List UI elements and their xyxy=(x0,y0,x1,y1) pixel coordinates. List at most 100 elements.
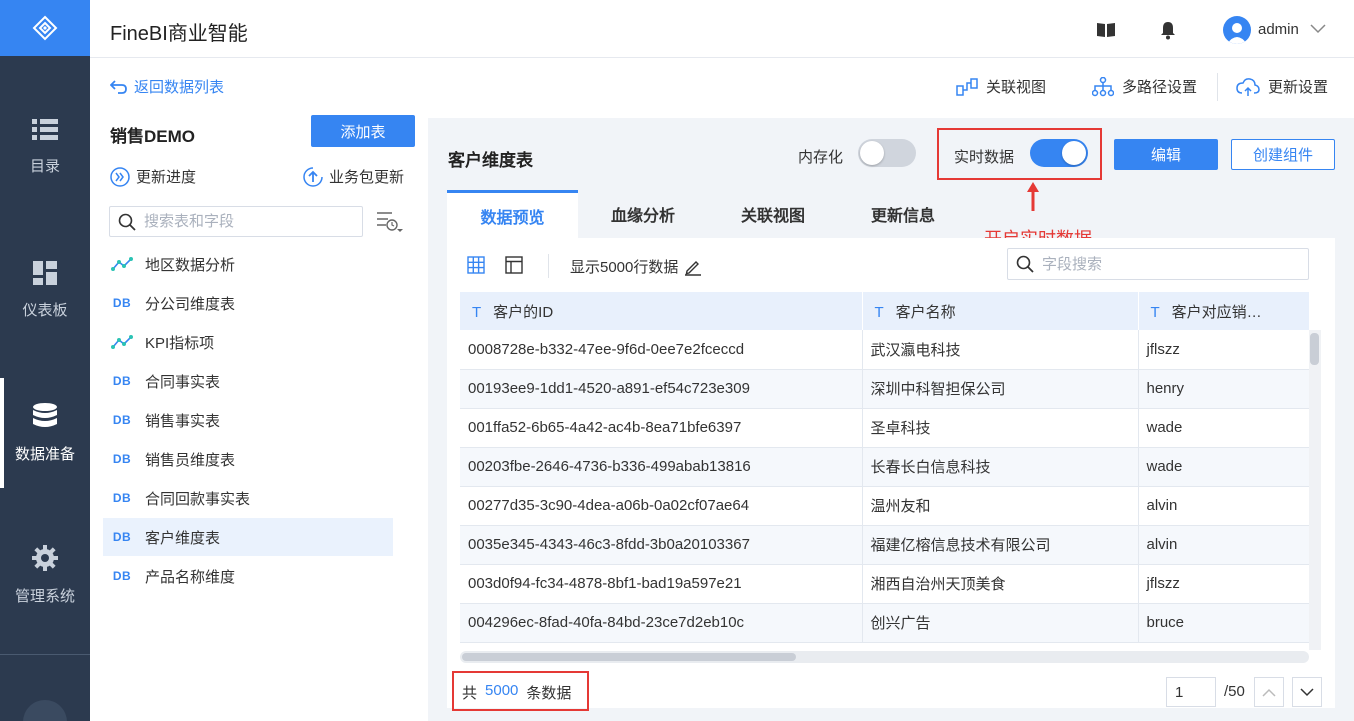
table-item[interactable]: DB 分公司维度表 xyxy=(103,284,393,322)
table-cell: 深圳中科智担保公司 xyxy=(862,369,1139,409)
table-title: 客户维度表 xyxy=(448,151,533,170)
tab-data-preview[interactable]: 数据预览 xyxy=(447,190,578,238)
app-title: FineBI商业智能 xyxy=(110,23,248,45)
relation-view-button[interactable]: 关联视图 xyxy=(956,76,1046,97)
table-item[interactable]: DB 合同事实表 xyxy=(103,362,393,400)
upload-circle-icon xyxy=(303,166,323,187)
table-name: 销售员维度表 xyxy=(145,451,236,469)
nav-label: 仪表板 xyxy=(22,301,68,319)
chevron-down-icon[interactable] xyxy=(1310,24,1326,34)
memory-toggle[interactable] xyxy=(858,139,916,167)
update-progress-button[interactable]: 更新进度 xyxy=(110,166,196,187)
table-name: 分公司维度表 xyxy=(145,295,236,313)
username[interactable]: admin xyxy=(1258,21,1299,38)
rows-setting[interactable]: 显示5000行数据 xyxy=(570,256,702,277)
nav-item-dashboard[interactable]: 仪表板 xyxy=(0,235,90,345)
tab-lineage[interactable]: 血缘分析 xyxy=(578,190,708,238)
book-icon[interactable] xyxy=(1096,22,1116,38)
column-name: 客户的ID xyxy=(493,303,554,321)
total-count: 共 5000 条数据 xyxy=(462,682,571,703)
text-type-icon: T xyxy=(874,303,884,321)
total-number: 5000 xyxy=(485,682,519,699)
search-icon xyxy=(1016,255,1034,273)
table-row: 001ffa52-6b65-4a42-ac4b-8ea71bfe6397 圣卓科技… xyxy=(460,408,1310,448)
multipath-label: 多路径设置 xyxy=(1122,79,1198,96)
table-item[interactable]: 地区数据分析 xyxy=(103,245,393,283)
prev-page-button[interactable] xyxy=(1254,677,1284,707)
db-icon: DB xyxy=(112,569,132,583)
table-cell: 创兴广告 xyxy=(862,603,1139,643)
table-item[interactable]: DB 销售事实表 xyxy=(103,401,393,439)
table-search[interactable] xyxy=(109,206,363,237)
nav-item-catalog[interactable]: 目录 xyxy=(0,92,90,202)
text-type-icon: T xyxy=(1150,303,1160,321)
layout-view-icon[interactable] xyxy=(505,256,523,274)
realtime-toggle[interactable] xyxy=(1030,139,1088,167)
column-header[interactable]: T 客户名称 xyxy=(862,292,1139,330)
nav-item-admin[interactable]: 管理系统 xyxy=(0,520,90,630)
nav-label: 数据准备 xyxy=(14,445,75,463)
tab-update-info[interactable]: 更新信息 xyxy=(838,190,968,238)
column-header[interactable]: T 客户的ID xyxy=(460,292,863,330)
grid-view-icon[interactable] xyxy=(467,256,485,274)
table-item[interactable]: DB 合同回款事实表 xyxy=(103,479,393,517)
table-cell: wade xyxy=(1138,447,1310,487)
multipath-settings-button[interactable]: 多路径设置 xyxy=(1092,76,1197,97)
logo-icon xyxy=(32,15,58,41)
field-search[interactable] xyxy=(1007,248,1309,280)
field-search-input[interactable] xyxy=(1042,255,1282,273)
toolbar-divider xyxy=(548,254,549,278)
create-component-button[interactable]: 创建组件 xyxy=(1231,139,1335,170)
column-header[interactable]: T 客户对应销… xyxy=(1138,292,1310,330)
table-item[interactable]: DB 产品名称维度 xyxy=(103,557,393,595)
page-number-input[interactable] xyxy=(1166,677,1216,707)
update-settings-button[interactable]: 更新设置 xyxy=(1236,76,1328,97)
table-cell: 0008728e-b332-47ee-9f6d-0ee7e2fceccd xyxy=(460,330,863,370)
nav-item-data-prep[interactable]: 数据准备 xyxy=(0,378,90,488)
filter-sort-icon[interactable] xyxy=(376,211,404,233)
next-page-button[interactable] xyxy=(1292,677,1322,707)
pencil-icon[interactable] xyxy=(684,258,702,276)
back-to-list-link[interactable]: 返回数据列表 xyxy=(110,76,224,97)
table-search-input[interactable] xyxy=(144,213,344,230)
memory-label: 内存化 xyxy=(798,149,844,166)
vertical-scrollbar[interactable] xyxy=(1309,330,1321,650)
tab-relation-view[interactable]: 关联视图 xyxy=(708,190,838,238)
search-icon xyxy=(118,213,136,231)
table-name: KPI指标项 xyxy=(145,334,215,352)
table-row: 004296ec-8fad-40fa-84bd-23ce7d2eb10c 创兴广告… xyxy=(460,603,1310,643)
rows-label: 显示5000行数据 xyxy=(570,259,679,276)
bell-icon[interactable] xyxy=(1160,20,1176,40)
db-icon: DB xyxy=(112,374,132,388)
avatar[interactable] xyxy=(1223,16,1251,44)
edit-button[interactable]: 编辑 xyxy=(1114,139,1218,170)
app-logo[interactable] xyxy=(0,0,90,56)
table-cell: 圣卓科技 xyxy=(862,408,1139,448)
table-item[interactable]: DB 销售员维度表 xyxy=(103,440,393,478)
package-update-label: 业务包更新 xyxy=(329,169,405,186)
toggle-knob xyxy=(860,141,884,165)
table-cell: 湘西自治州天顶美食 xyxy=(862,564,1139,604)
table-name: 合同回款事实表 xyxy=(145,490,251,508)
table-cell: 温州友和 xyxy=(862,486,1139,526)
package-update-button[interactable]: 业务包更新 xyxy=(303,166,404,187)
vertical-scroll-thumb[interactable] xyxy=(1310,333,1319,365)
add-table-button[interactable]: 添加表 xyxy=(311,115,415,147)
realtime-label: 实时数据 xyxy=(954,149,1015,166)
table-cell: bruce xyxy=(1138,603,1310,643)
cloud-refresh-icon xyxy=(1236,77,1260,96)
analysis-icon xyxy=(111,257,133,271)
page-total: /50 xyxy=(1224,683,1245,700)
horizontal-scroll-thumb[interactable] xyxy=(462,653,796,661)
progress-icon xyxy=(110,166,130,187)
table-cell: wade xyxy=(1138,408,1310,448)
analysis-icon xyxy=(111,335,133,349)
table-item-selected[interactable]: DB 客户维度表 xyxy=(103,518,393,556)
table-cell: alvin xyxy=(1138,486,1310,526)
nav-divider xyxy=(0,654,90,655)
table-item[interactable]: KPI指标项 xyxy=(103,323,393,361)
db-icon: DB xyxy=(112,491,132,505)
table-name: 地区数据分析 xyxy=(145,256,236,274)
table-name: 产品名称维度 xyxy=(145,568,236,586)
gear-icon xyxy=(32,544,58,571)
